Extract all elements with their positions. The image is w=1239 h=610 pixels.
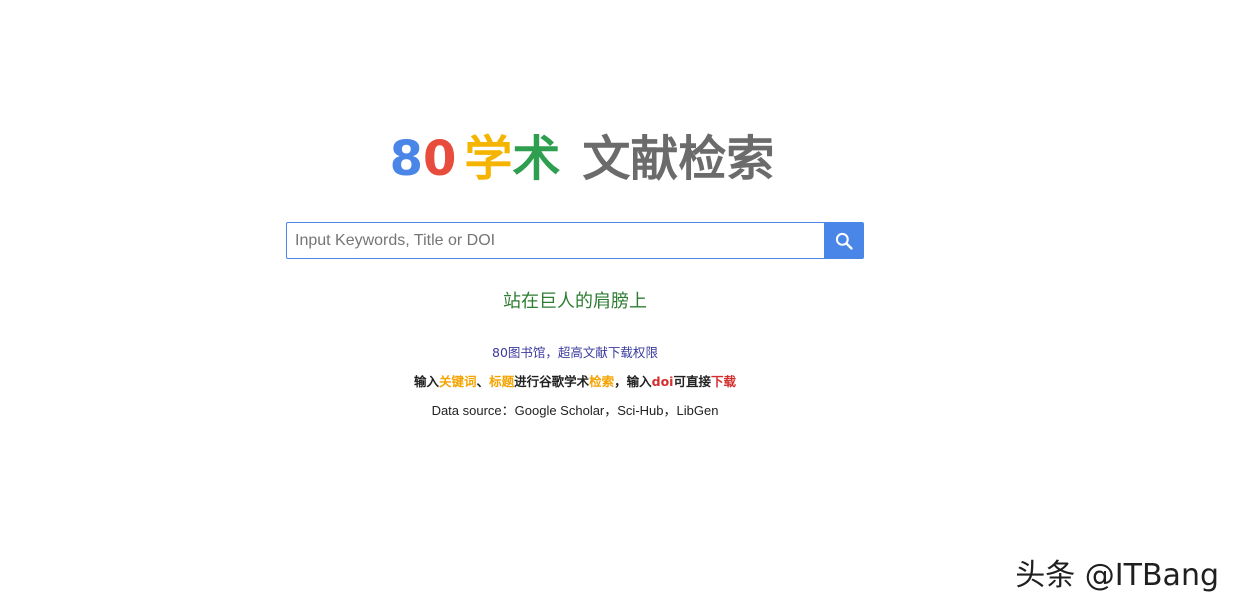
- watermark: 头条 @ITBang: [1015, 558, 1219, 593]
- instr-doi: doi: [651, 374, 674, 389]
- instr-download: 下载: [710, 374, 736, 389]
- instr-text: 进行谷歌学术: [514, 374, 590, 389]
- instr-text: ，输入: [614, 374, 652, 389]
- usage-instructions: 输入关键词、标题进行谷歌学术检索，输入doi可直接下载: [0, 373, 1150, 391]
- search-button[interactable]: [824, 222, 864, 259]
- site-logo: 80 学术 文献检索: [0, 126, 1164, 192]
- logo-char-shu: 术: [512, 131, 561, 187]
- search-bar: [286, 222, 864, 259]
- logo-title: 文献检索: [582, 131, 775, 187]
- instr-search: 检索: [589, 374, 615, 389]
- slogan: 站在巨人的肩膀上: [503, 291, 647, 312]
- instr-text: 可直接: [673, 374, 711, 389]
- instr-title: 标题: [489, 374, 515, 389]
- search-input[interactable]: [286, 222, 824, 259]
- logo-digit-0: 0: [422, 131, 457, 187]
- page: 80学术文献检索 站在巨人的肩膀上 80图书馆，超高文献下载权限 输入关键词、标…: [0, 0, 1239, 610]
- data-source: Data source：Google Scholar，Sci-Hub，LibGe…: [431, 403, 719, 418]
- instr-text: 输入: [414, 374, 440, 389]
- logo-digit-8: 8: [389, 131, 423, 187]
- library-info: 80图书馆，超高文献下载权限: [492, 345, 658, 360]
- search-icon: [835, 232, 853, 250]
- logo-char-xue: 学: [464, 131, 513, 187]
- instr-text: 、: [476, 374, 490, 389]
- instr-keywords: 关键词: [439, 374, 477, 389]
